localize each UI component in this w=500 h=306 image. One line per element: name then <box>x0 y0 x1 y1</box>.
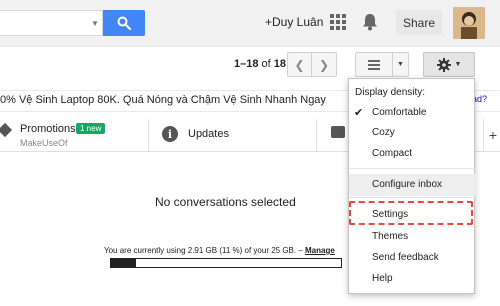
menu-divider <box>349 168 476 169</box>
manage-storage-link[interactable]: Manage <box>305 246 335 255</box>
menu-item-label: Cozy <box>372 127 395 138</box>
menu-item-label: Configure inbox <box>372 179 443 190</box>
density-header: Display density: <box>355 87 426 98</box>
settings-highlight-outline <box>349 201 473 225</box>
info-icon: i <box>162 126 178 142</box>
pager-range: 1–18 <box>234 58 259 70</box>
tab-promotions[interactable]: Promotions <box>20 123 76 135</box>
search-button[interactable] <box>103 10 145 36</box>
bell-icon[interactable] <box>362 13 378 31</box>
menu-item-comfortable[interactable]: ✔ Comfortable <box>349 103 476 123</box>
split-pane-dropdown-chevron-icon[interactable]: ▼ <box>393 52 409 77</box>
ad-text[interactable]: 0% Vệ Sinh Laptop 80K. Quá Nóng và Chậm … <box>0 94 326 106</box>
gear-icon <box>436 57 451 72</box>
tab-divider <box>483 119 484 152</box>
chevron-left-icon: ❮ <box>294 57 305 72</box>
share-button[interactable]: Share <box>396 10 442 35</box>
menu-item-label: Themes <box>372 231 409 242</box>
menu-item-compact[interactable]: Compact <box>349 144 476 164</box>
menu-item-label: Compact <box>372 148 413 159</box>
chat-icon[interactable] <box>331 126 345 138</box>
tab-divider <box>316 119 317 152</box>
search-options-chevron-icon[interactable]: ▼ <box>89 10 101 36</box>
chevron-down-icon: ▼ <box>454 61 462 68</box>
storage-progress-bar <box>110 258 342 268</box>
avatar[interactable] <box>453 7 485 39</box>
menu-item-send-feedback[interactable]: Send feedback <box>349 248 476 268</box>
settings-menu: Display density: ✔ Comfortable Cozy Comp… <box>348 78 476 294</box>
menu-item-cozy[interactable]: Cozy <box>349 123 476 143</box>
menu-item-configure-inbox[interactable]: Configure inbox <box>349 175 476 195</box>
split-pane-toggle-button[interactable] <box>355 52 393 77</box>
new-badge: 1 new <box>76 123 106 134</box>
tab-divider <box>148 119 149 152</box>
pager-total: 18 <box>273 58 287 70</box>
search-icon <box>117 16 131 30</box>
newer-button[interactable]: ❮ <box>287 52 312 77</box>
chevron-right-icon: ❯ <box>318 57 330 72</box>
storage-info: You are currently using 2.91 GB (11 %) o… <box>104 246 335 255</box>
user-profile-link[interactable]: +Duy Luân <box>265 15 323 29</box>
tab-promotions-sender: MakeUseOf <box>20 138 68 148</box>
menu-item-themes[interactable]: Themes <box>349 227 476 247</box>
menu-divider <box>349 197 476 198</box>
older-button[interactable]: ❯ <box>312 52 337 77</box>
tab-updates[interactable]: Updates <box>188 128 229 140</box>
search-input[interactable] <box>0 10 103 36</box>
pager-of: of <box>261 58 271 70</box>
empty-state-message: No conversations selected <box>155 195 296 209</box>
checkmark-icon: ✔ <box>354 107 364 119</box>
density-icon <box>368 59 380 70</box>
menu-item-help[interactable]: Help <box>349 269 476 289</box>
plus-icon[interactable]: + <box>486 127 500 143</box>
menu-item-label: Send feedback <box>372 252 439 263</box>
apps-icon[interactable] <box>330 14 346 30</box>
storage-text: You are currently using 2.91 GB (11 %) o… <box>104 246 303 255</box>
pager-text: 1–18 of 18 <box>234 58 286 70</box>
menu-item-label: Help <box>372 273 393 284</box>
settings-gear-button[interactable]: ▼ <box>423 52 475 77</box>
storage-progress-fill <box>111 259 137 267</box>
menu-item-label: Comfortable <box>372 107 427 118</box>
